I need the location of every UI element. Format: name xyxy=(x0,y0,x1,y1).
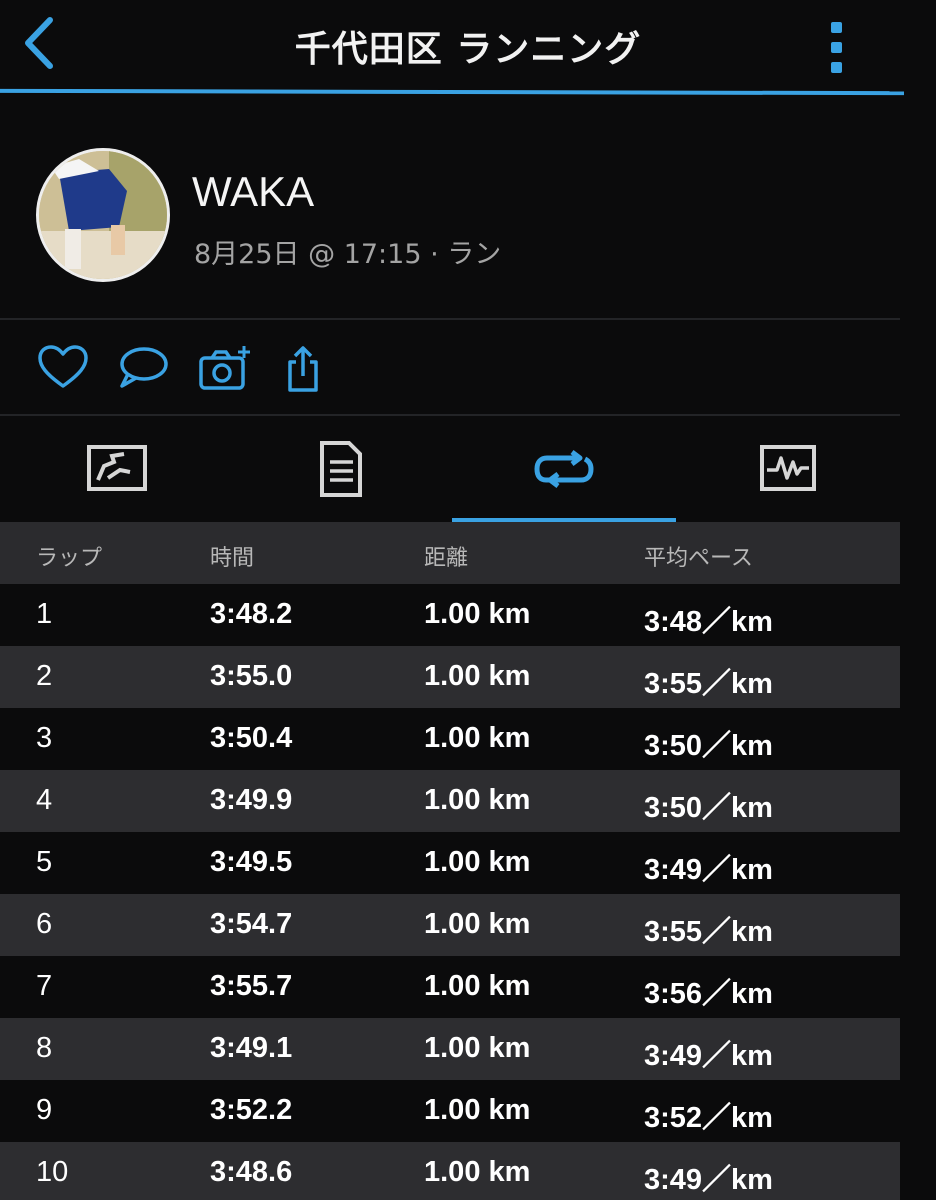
lap-number: 3 xyxy=(36,722,53,754)
lap-distance: 1.00 km xyxy=(424,970,531,1002)
lap-pace: 3:50／km xyxy=(644,730,773,762)
table-row[interactable]: 4 3:49.9 1.00 km 3:50／km xyxy=(0,770,900,832)
lap-pace: 3:50／km xyxy=(644,792,773,824)
lap-distance: 1.00 km xyxy=(424,846,531,878)
activity-meta: 8月25日 @ 17:15 · ラン xyxy=(194,239,502,270)
action-bar xyxy=(0,322,936,416)
lap-pace: 3:49／km xyxy=(644,1164,773,1196)
lap-number: 5 xyxy=(36,846,53,878)
header: 千代田区 ランニング xyxy=(0,0,936,98)
table-row[interactable]: 10 3:48.6 1.00 km 3:49／km xyxy=(0,1142,900,1200)
table-row[interactable]: 2 3:55.0 1.00 km 3:55／km xyxy=(0,646,900,708)
lap-pace: 3:56／km xyxy=(644,978,773,1010)
lap-distance: 1.00 km xyxy=(424,722,531,754)
lap-distance: 1.00 km xyxy=(424,1156,531,1188)
heart-icon xyxy=(38,345,88,388)
lap-pace: 3:49／km xyxy=(644,854,773,886)
share-button[interactable] xyxy=(278,344,332,394)
table-row[interactable]: 5 3:49.5 1.00 km 3:49／km xyxy=(0,832,900,894)
avatar[interactable] xyxy=(36,148,170,282)
lap-pace: 3:55／km xyxy=(644,668,773,700)
column-header-lap: ラップ xyxy=(36,546,103,571)
add-photo-icon xyxy=(199,346,250,390)
lap-pace: 3:49／km xyxy=(644,1040,773,1072)
lap-time: 3:49.9 xyxy=(210,784,293,816)
lap-number: 6 xyxy=(36,908,53,940)
lap-number: 9 xyxy=(36,1094,53,1126)
table-row[interactable]: 8 3:49.1 1.00 km 3:49／km xyxy=(0,1018,900,1080)
tab-bar xyxy=(0,416,900,524)
lap-time: 3:48.6 xyxy=(210,1156,293,1188)
profile-section: WAKA 8月25日 @ 17:15 · ラン xyxy=(0,98,936,320)
table-row[interactable]: 1 3:48.2 1.00 km 3:48／km xyxy=(0,584,900,646)
lap-time: 3:48.2 xyxy=(210,598,293,630)
lap-time: 3:49.5 xyxy=(210,846,293,878)
laps-table: ラップ 時間 距離 平均ペース 1 3:48.2 1.00 km 3:48／km… xyxy=(0,522,900,1200)
laps-icon xyxy=(534,450,594,488)
table-row[interactable]: 9 3:52.2 1.00 km 3:52／km xyxy=(0,1080,900,1142)
lap-time: 3:52.2 xyxy=(210,1094,293,1126)
tab-details[interactable] xyxy=(225,416,450,524)
lap-distance: 1.00 km xyxy=(424,908,531,940)
table-row[interactable]: 3 3:50.4 1.00 km 3:50／km xyxy=(0,708,900,770)
lap-number: 4 xyxy=(36,784,53,816)
lap-distance: 1.00 km xyxy=(424,1094,531,1126)
lap-distance: 1.00 km xyxy=(424,784,531,816)
lap-time: 3:49.1 xyxy=(210,1032,293,1064)
column-header-distance: 距離 xyxy=(424,546,469,571)
tab-map[interactable] xyxy=(0,416,225,524)
header-divider xyxy=(0,88,905,96)
more-vertical-icon xyxy=(831,22,842,73)
lap-number: 2 xyxy=(36,660,53,692)
lap-time: 3:55.7 xyxy=(210,970,293,1002)
like-button[interactable] xyxy=(36,344,90,394)
column-header-time: 時間 xyxy=(210,546,255,571)
add-photo-button[interactable] xyxy=(198,344,252,394)
lap-time: 3:50.4 xyxy=(210,722,293,754)
lap-number: 1 xyxy=(36,598,53,630)
table-row[interactable]: 6 3:54.7 1.00 km 3:55／km xyxy=(0,894,900,956)
table-header: ラップ 時間 距離 平均ペース xyxy=(0,522,900,584)
activity-screen: 千代田区 ランニング WAKA 8月25日 @ 17:15 · ラン ラップ 時… xyxy=(0,0,936,1200)
lap-number: 8 xyxy=(36,1032,53,1064)
comment-button[interactable] xyxy=(116,344,170,394)
username[interactable]: WAKA xyxy=(192,168,314,216)
lap-time: 3:55.0 xyxy=(210,660,293,692)
lap-number: 7 xyxy=(36,970,53,1002)
lap-distance: 1.00 km xyxy=(424,1032,531,1064)
tab-laps[interactable] xyxy=(450,416,675,524)
lap-pace: 3:48／km xyxy=(644,606,773,638)
share-icon xyxy=(288,346,318,392)
divider xyxy=(0,318,900,320)
lap-time: 3:54.7 xyxy=(210,908,293,940)
lap-pace: 3:55／km xyxy=(644,916,773,948)
lap-distance: 1.00 km xyxy=(424,598,531,630)
chart-icon xyxy=(760,445,816,491)
comment-icon xyxy=(120,347,168,388)
details-icon xyxy=(320,441,362,497)
tab-chart[interactable] xyxy=(675,416,900,524)
column-header-avg-pace: 平均ペース xyxy=(644,546,753,571)
more-button[interactable] xyxy=(822,16,852,80)
lap-number: 10 xyxy=(36,1156,69,1188)
table-row[interactable]: 7 3:55.7 1.00 km 3:56／km xyxy=(0,956,900,1018)
lap-pace: 3:52／km xyxy=(644,1102,773,1134)
page-title: 千代田区 ランニング xyxy=(294,29,642,70)
lap-distance: 1.00 km xyxy=(424,660,531,692)
map-icon xyxy=(87,445,147,491)
